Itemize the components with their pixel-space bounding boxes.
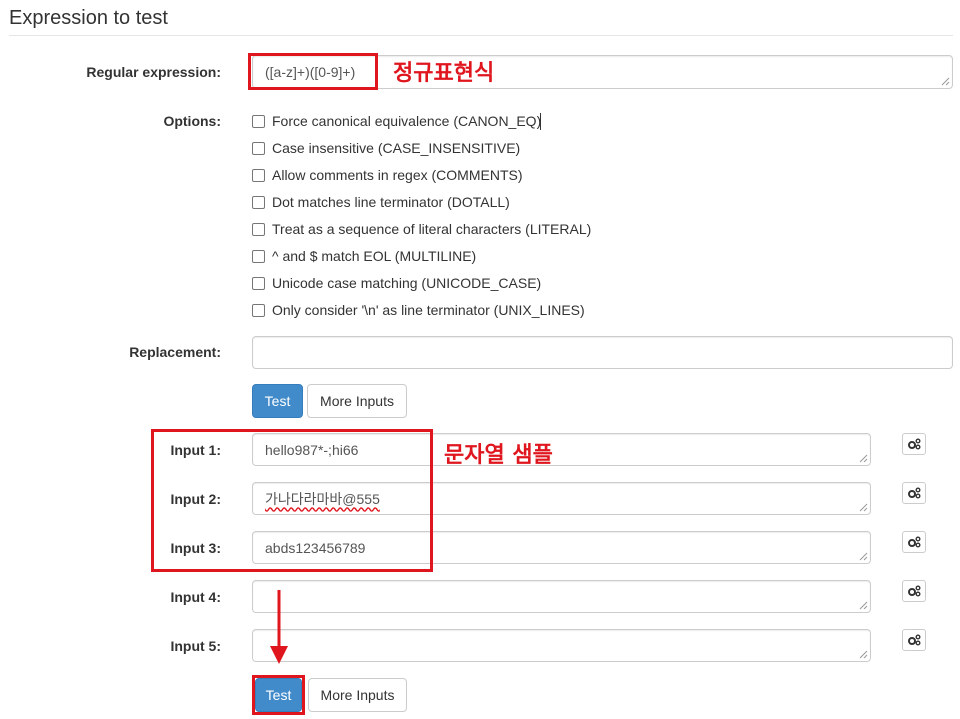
input-4-options-button[interactable] (902, 580, 926, 602)
gears-icon (908, 585, 921, 597)
resize-grip-icon[interactable] (941, 77, 950, 86)
option-checkbox[interactable] (252, 303, 265, 317)
title-divider (9, 35, 953, 36)
regex-annotation: 정규표현식 (393, 61, 495, 86)
gears-icon (908, 536, 921, 548)
replacement-label: Replacement: (129, 344, 221, 360)
section-title: Expression to test (9, 7, 168, 29)
input-3-options-button[interactable] (902, 531, 926, 553)
replacement-input[interactable] (252, 336, 953, 369)
option-dotall[interactable]: Dot matches line terminator (DOTALL) (252, 194, 510, 210)
more-inputs-button[interactable]: More Inputs (307, 384, 407, 418)
option-case-insensitive[interactable]: Case insensitive (CASE_INSENSITIVE) (252, 140, 520, 156)
resize-grip-icon[interactable] (859, 454, 868, 463)
inputs-highlight (151, 429, 433, 572)
test-button-highlight (252, 675, 305, 715)
text-cursor (540, 113, 541, 130)
option-multiline[interactable]: ^ and $ match EOL (MULTILINE) (252, 248, 476, 264)
option-label: Allow comments in regex (COMMENTS) (272, 167, 523, 183)
arrow-down-icon (270, 590, 288, 664)
resize-grip-icon[interactable] (859, 503, 868, 512)
gears-icon (908, 634, 921, 646)
test-button[interactable]: Test (252, 384, 303, 418)
option-label: Treat as a sequence of literal character… (272, 221, 592, 237)
option-label: Force canonical equivalence (CANON_EQ) (272, 113, 542, 129)
option-label: Only consider '\n' as line terminator (U… (272, 302, 585, 318)
input-4-label: Input 4: (170, 589, 221, 605)
option-label: Case insensitive (CASE_INSENSITIVE) (272, 140, 521, 156)
gears-icon (908, 438, 921, 450)
option-label: Dot matches line terminator (DOTALL) (272, 194, 510, 210)
input-4-field[interactable] (252, 580, 871, 613)
option-checkbox[interactable] (252, 222, 265, 236)
input-1-options-button[interactable] (902, 433, 926, 455)
option-unix-lines[interactable]: Only consider '\n' as line terminator (U… (252, 302, 585, 318)
input-5-field[interactable] (252, 629, 871, 662)
resize-grip-icon[interactable] (859, 650, 868, 659)
resize-grip-icon[interactable] (859, 601, 868, 610)
resize-grip-icon[interactable] (859, 552, 868, 561)
regex-label: Regular expression: (86, 64, 221, 80)
option-comments[interactable]: Allow comments in regex (COMMENTS) (252, 167, 523, 183)
option-checkbox[interactable] (252, 276, 265, 290)
option-checkbox[interactable] (252, 114, 265, 128)
option-label: ^ and $ match EOL (MULTILINE) (272, 248, 477, 264)
option-unicode-case[interactable]: Unicode case matching (UNICODE_CASE) (252, 275, 541, 291)
input-2-options-button[interactable] (902, 482, 926, 504)
options-label: Options: (163, 113, 221, 129)
option-checkbox[interactable] (252, 249, 265, 263)
option-checkbox[interactable] (252, 168, 265, 182)
inputs-annotation: 문자열 샘플 (444, 443, 553, 468)
option-label: Unicode case matching (UNICODE_CASE) (272, 275, 542, 291)
option-literal[interactable]: Treat as a sequence of literal character… (252, 221, 591, 237)
regex-highlight (248, 53, 378, 90)
input-5-options-button[interactable] (902, 629, 926, 651)
more-inputs-button-bottom[interactable]: More Inputs (308, 678, 407, 712)
gears-icon (908, 487, 921, 499)
input-5-label: Input 5: (170, 638, 221, 654)
option-canon-eq[interactable]: Force canonical equivalence (CANON_EQ) (252, 113, 541, 129)
option-checkbox[interactable] (252, 141, 265, 155)
option-checkbox[interactable] (252, 195, 265, 209)
